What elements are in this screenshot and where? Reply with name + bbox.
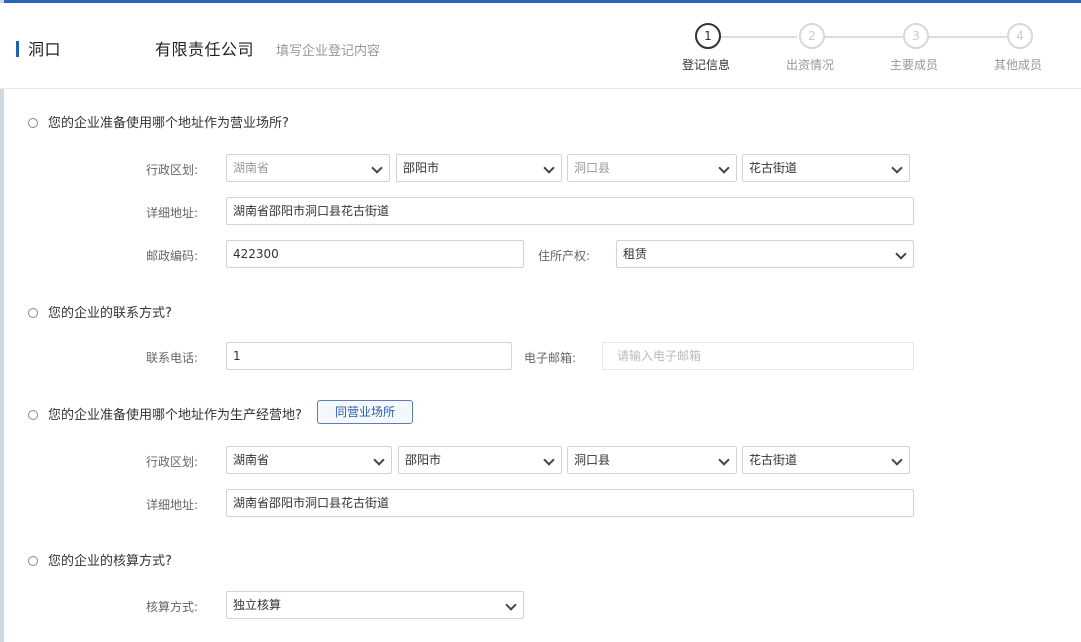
- accounting-method-select[interactable]: 独立核算: [226, 591, 524, 619]
- province-value: 湖南省: [233, 453, 270, 467]
- business-address-question: 您的企业准备使用哪个地址作为营业场所?: [28, 112, 289, 131]
- step-connector: [927, 36, 1007, 38]
- chevron-down-icon: [373, 454, 385, 466]
- progress-stepper: 1 2 3 4 登记信息 出资情况 主要成员 其他成员: [665, 23, 1075, 83]
- detail-address-label: 详细地址:: [146, 206, 199, 220]
- accounting-method-value: 独立核算: [233, 598, 282, 612]
- chevron-down-icon: [718, 162, 730, 174]
- bullet-icon: [28, 117, 38, 128]
- postcode-label: 邮政编码:: [146, 249, 199, 263]
- page-subtitle: 填写企业登记内容: [276, 44, 381, 59]
- email-label: 电子邮箱:: [524, 351, 577, 365]
- email-input[interactable]: 请输入电子邮箱: [602, 342, 914, 370]
- phone-label: 联系电话:: [146, 351, 199, 365]
- chevron-down-icon: [895, 248, 907, 260]
- region-label: 行政区划:: [146, 455, 199, 469]
- step-3-circle[interactable]: 3: [903, 23, 929, 49]
- question-text: 您的企业的联系方式?: [48, 306, 172, 321]
- redacted-mask: [240, 350, 301, 360]
- property-value: 租赁: [623, 247, 648, 261]
- county-value: 洞口县: [574, 453, 611, 467]
- phone-value: 1: [233, 349, 241, 363]
- property-label: 住所产权:: [538, 249, 591, 263]
- detail-address-input[interactable]: 湖南省邵阳市洞口县花古街道: [226, 489, 914, 517]
- city-select[interactable]: 邵阳市: [396, 154, 562, 182]
- contact-question: 您的企业的联系方式?: [28, 302, 172, 321]
- street-select[interactable]: 花古街道: [742, 446, 910, 474]
- page-header: 洞口 有限责任公司 填写企业登记内容 1 2 3 4 登记信息 出资情况 主要成员…: [0, 3, 1081, 89]
- company-name: 洞口 有限责任公司: [28, 36, 254, 60]
- province-value: 湖南省: [233, 161, 270, 175]
- street-select[interactable]: 花古街道: [742, 154, 910, 182]
- step-connector: [821, 36, 903, 38]
- city-select[interactable]: 邵阳市: [398, 446, 562, 474]
- question-text: 您的企业准备使用哪个地址作为生产经营地?: [48, 408, 302, 423]
- chevron-down-icon: [718, 454, 730, 466]
- accounting-method-label: 核算方式:: [146, 600, 199, 614]
- step-3-label[interactable]: 主要成员: [879, 56, 949, 73]
- detail-address-input[interactable]: 湖南省邵阳市洞口县花古街道: [226, 197, 914, 225]
- step-1-circle[interactable]: 1: [695, 23, 721, 49]
- county-value: 洞口县: [574, 161, 611, 175]
- bullet-icon: [28, 307, 38, 318]
- property-select[interactable]: 租赁: [616, 240, 914, 268]
- region-label: 行政区划:: [146, 163, 199, 177]
- step-4-label[interactable]: 其他成员: [983, 56, 1053, 73]
- phone-input[interactable]: 1: [226, 342, 512, 370]
- step-2-label[interactable]: 出资情况: [775, 56, 845, 73]
- street-value: 花古街道: [749, 453, 798, 467]
- question-text: 您的企业准备使用哪个地址作为营业场所?: [48, 116, 289, 131]
- production-address-question: 您的企业准备使用哪个地址作为生产经营地?: [28, 404, 302, 423]
- detail-address-label: 详细地址:: [146, 498, 199, 512]
- city-value: 邵阳市: [403, 161, 440, 175]
- same-as-business-button[interactable]: 同营业场所: [317, 400, 413, 424]
- redacted-mask: [61, 43, 156, 58]
- company-name-suffix: 有限责任公司: [155, 40, 255, 59]
- title-accent: [16, 41, 19, 57]
- chevron-down-icon: [891, 162, 903, 174]
- step-1-label[interactable]: 登记信息: [671, 56, 741, 73]
- county-select[interactable]: 洞口县: [567, 446, 737, 474]
- accounting-question: 您的企业的核算方式?: [28, 550, 172, 569]
- province-select[interactable]: 湖南省: [226, 446, 392, 474]
- county-select[interactable]: 洞口县: [567, 154, 737, 182]
- step-4-circle[interactable]: 4: [1007, 23, 1033, 49]
- bullet-icon: [28, 555, 38, 566]
- chevron-down-icon: [891, 454, 903, 466]
- street-value: 花古街道: [749, 161, 798, 175]
- chevron-down-icon: [543, 454, 555, 466]
- postcode-input[interactable]: 422300: [226, 240, 524, 268]
- company-name-prefix: 洞口: [28, 40, 62, 59]
- chevron-down-icon: [371, 162, 383, 174]
- province-select[interactable]: 湖南省: [226, 154, 390, 182]
- chevron-down-icon: [505, 599, 517, 611]
- step-2-circle[interactable]: 2: [799, 23, 825, 49]
- question-text: 您的企业的核算方式?: [48, 554, 172, 569]
- left-edge: [0, 0, 4, 642]
- bullet-icon: [28, 409, 38, 420]
- chevron-down-icon: [543, 162, 555, 174]
- city-value: 邵阳市: [405, 453, 442, 467]
